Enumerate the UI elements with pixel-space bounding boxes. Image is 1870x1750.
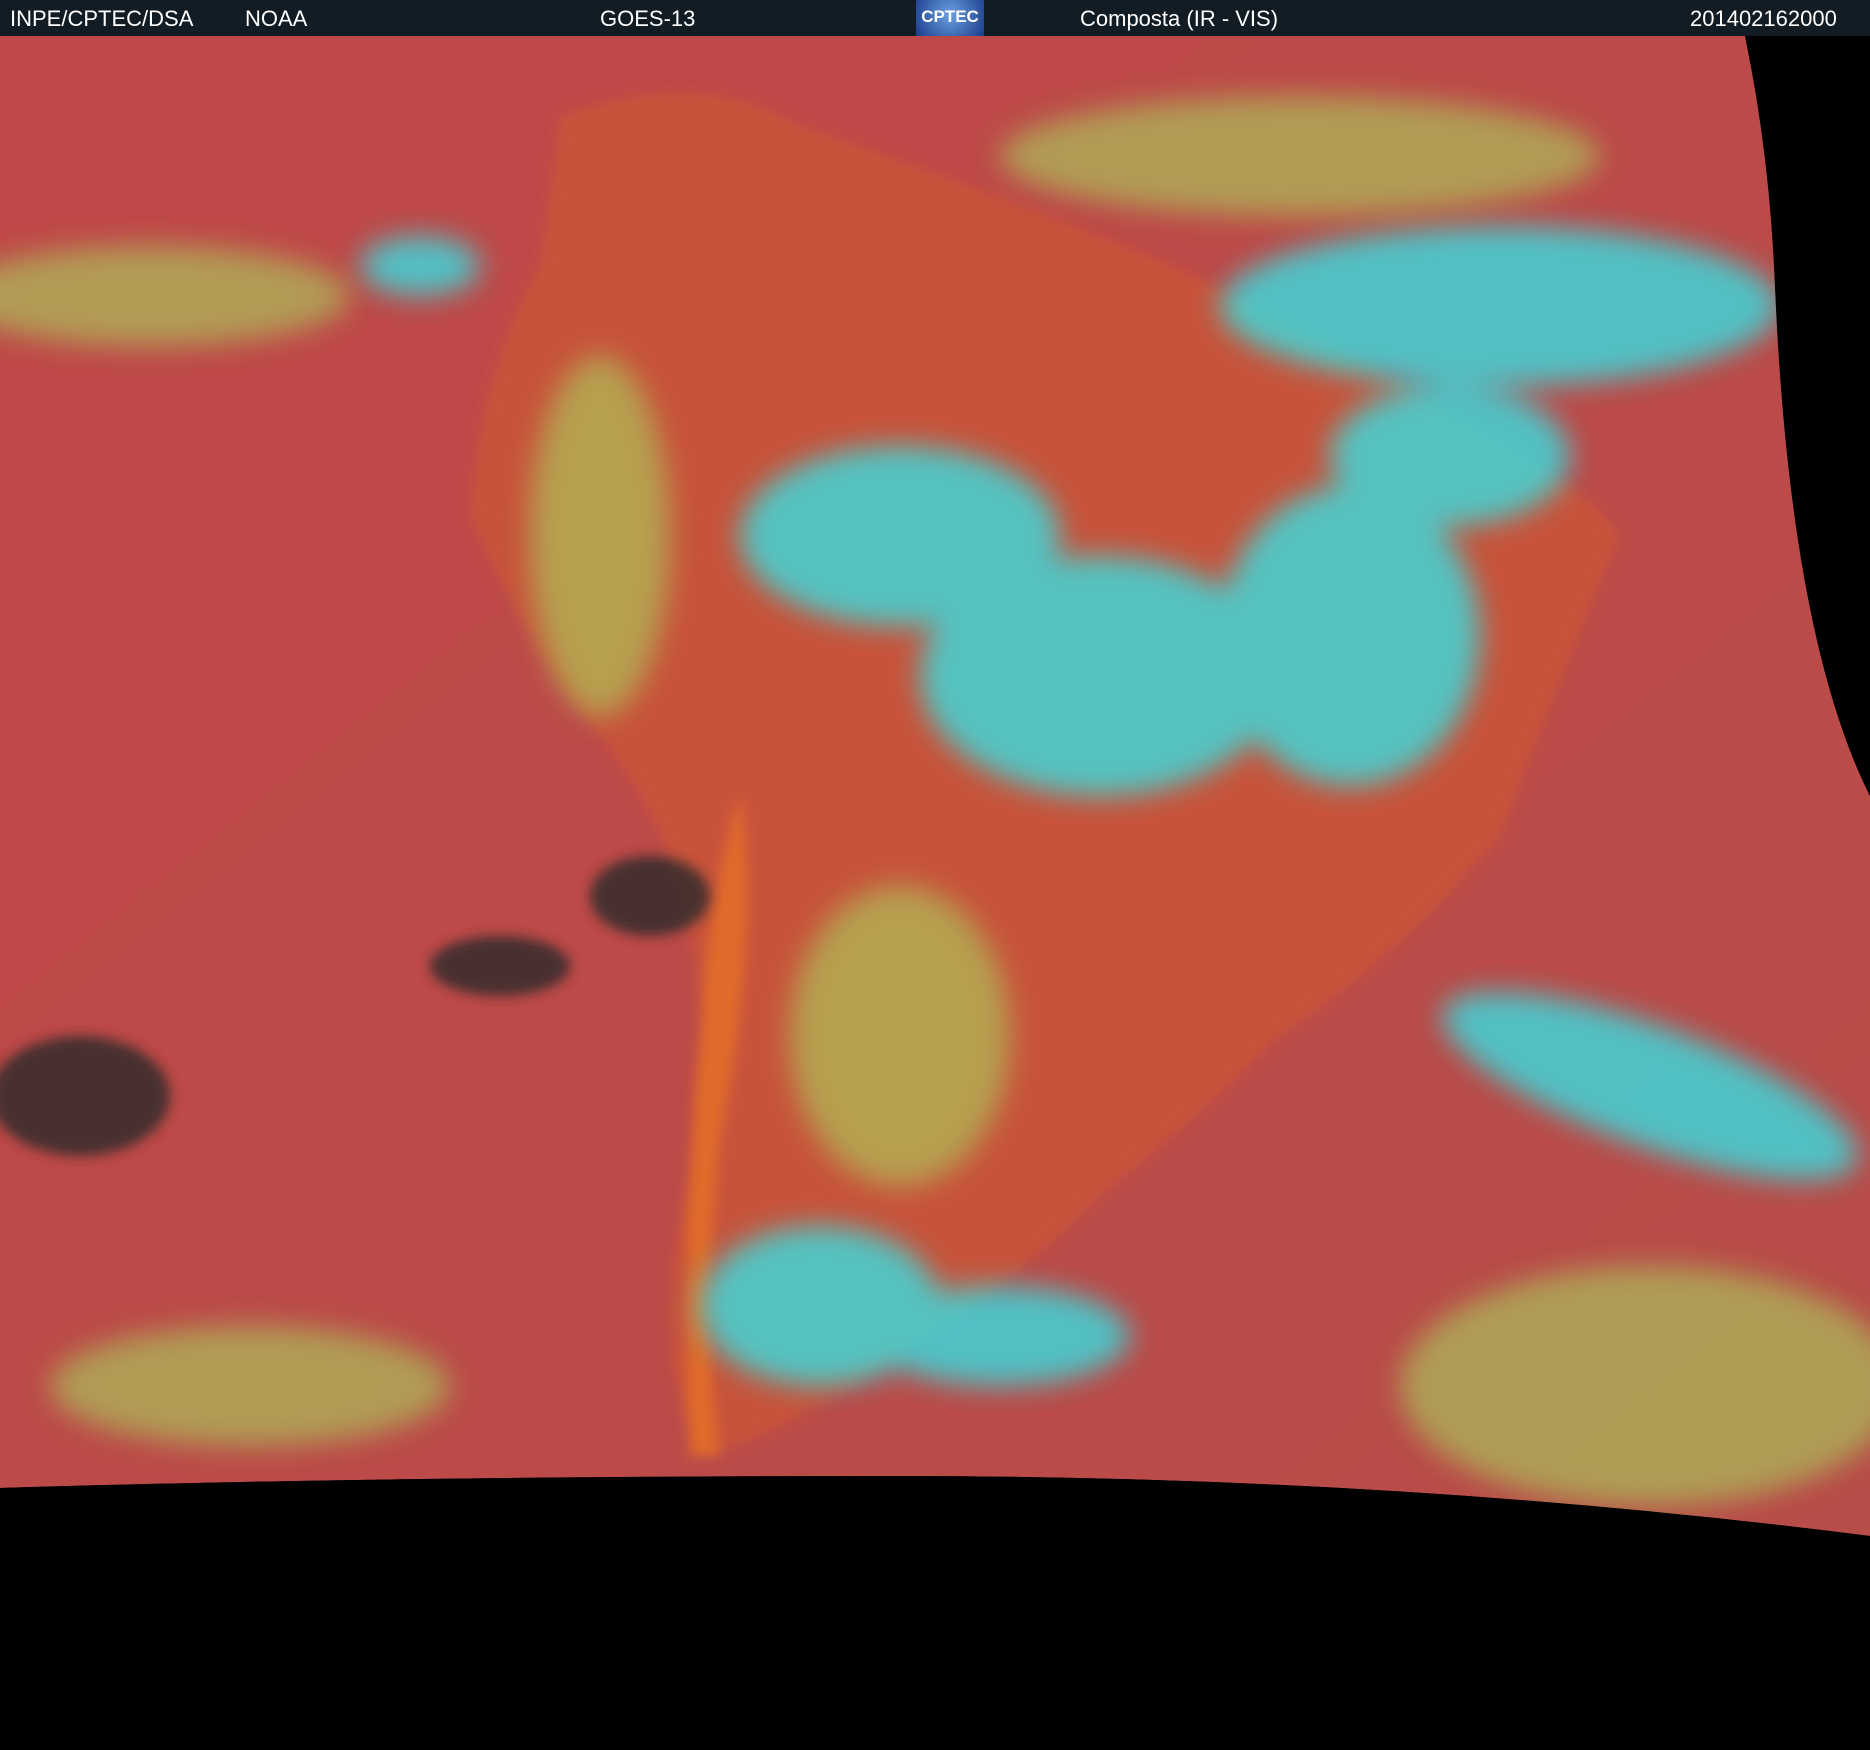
institution-label: INPE/CPTEC/DSA (10, 6, 194, 31)
space-bottom (0, 1476, 1870, 1750)
header-bar: INPE/CPTEC/DSA NOAA GOES-13 CPTEC Compos… (0, 0, 1870, 36)
agency-label: NOAA (245, 6, 308, 31)
satellite-image (0, 36, 1870, 1750)
satellite-label: GOES-13 (600, 6, 696, 31)
cptec-logo: CPTEC (916, 0, 984, 36)
timestamp-label: 201402162000 (1690, 6, 1837, 31)
product-label: Composta (IR - VIS) (1080, 6, 1279, 31)
